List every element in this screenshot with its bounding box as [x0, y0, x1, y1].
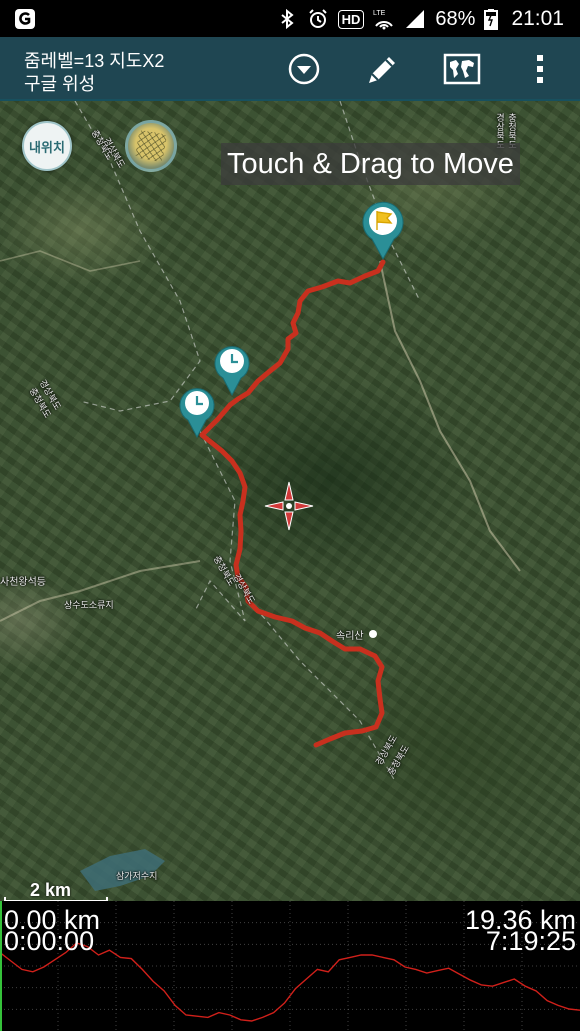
drag-hint-toast: Touch & Drag to Move — [221, 143, 520, 185]
map-label: 상수도소류지 — [64, 600, 114, 610]
map-overlay — [0, 101, 521, 891]
lte-signal-icon: LTE — [373, 10, 394, 30]
satellite-map[interactable]: 충청북도 경상북도 경상북도 충청북도 경상북도 충청북도 사천왕석등 상수도소… — [0, 101, 580, 901]
lte-label: LTE — [373, 10, 386, 17]
time-start: 0:00:00 — [4, 926, 95, 956]
elevation-profile[interactable]: 0.00 km 0:00:00 19.36 km 7:19:25 — [0, 901, 580, 1031]
crosshair-icon — [264, 481, 314, 531]
action-bar: 줌레벨=13 지도X2 구글 위성 — [0, 37, 580, 101]
bluetooth-icon — [281, 8, 294, 30]
dropdown-button[interactable] — [282, 47, 326, 91]
battery-percent: 68% — [435, 7, 476, 30]
scale-bar: 2 km — [0, 880, 110, 901]
edit-button[interactable] — [360, 47, 404, 91]
province-border — [74, 101, 421, 782]
hd-icon: HD — [337, 9, 365, 29]
cell-signal-icon — [406, 10, 425, 28]
map-select-button[interactable] — [440, 47, 484, 91]
status-bar: HD LTE 68% 21:01 — [0, 0, 580, 37]
world-map-icon — [443, 53, 481, 85]
map-label: 사천왕석등 — [0, 577, 46, 588]
system-icons: HD LTE 68% 21:01 — [276, 6, 564, 32]
road — [379, 260, 521, 572]
map-type-subtitle: 구글 위성 — [24, 74, 96, 94]
gps-track — [199, 259, 386, 748]
pencil-icon — [369, 57, 395, 83]
road — [0, 560, 201, 622]
my-location-button[interactable]: 내위치 — [22, 121, 72, 171]
map-label: 속리산 — [336, 631, 364, 642]
dropdown-icon — [288, 53, 320, 85]
peak-icon — [369, 630, 377, 638]
layer-grid-icon — [134, 129, 168, 163]
clock-marker[interactable] — [214, 346, 250, 397]
battery-icon — [484, 9, 499, 30]
map-label: 삼가저수지 — [116, 871, 158, 881]
overflow-menu-icon — [537, 55, 543, 83]
flag-marker[interactable] — [362, 201, 404, 261]
clock: 21:01 — [511, 7, 564, 30]
time-total: 7:19:25 — [485, 926, 576, 956]
alarm-icon — [308, 9, 327, 28]
road — [0, 250, 141, 272]
map-layer-button[interactable] — [125, 120, 177, 172]
app-logo-icon — [15, 9, 35, 29]
overflow-menu-button[interactable] — [518, 47, 562, 91]
